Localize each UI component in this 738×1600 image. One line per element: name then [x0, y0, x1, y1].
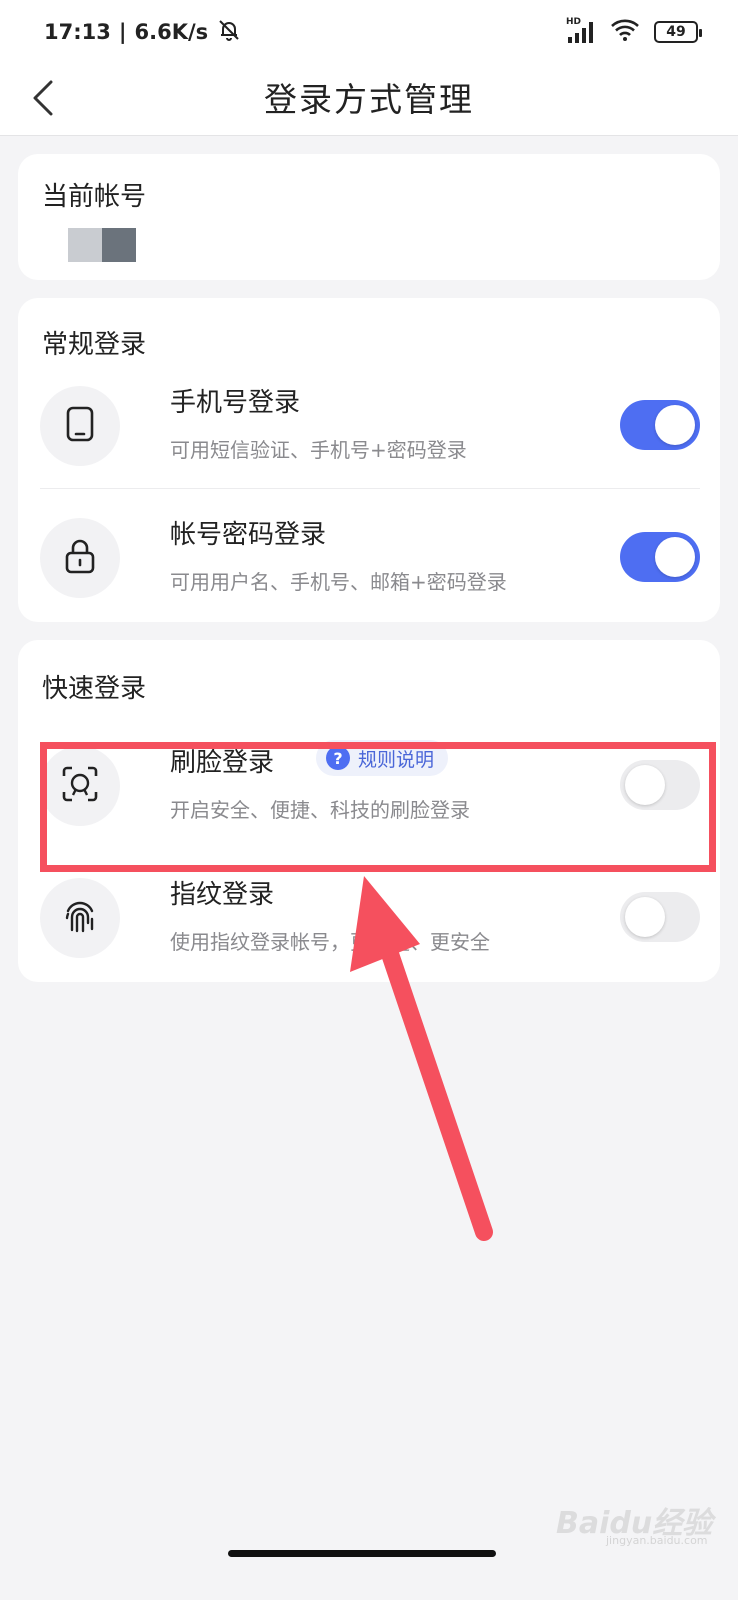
home-indicator[interactable]: [228, 1550, 496, 1557]
watermark-url: jingyan.baidu.com: [606, 1534, 708, 1547]
annotation-arrow: [350, 876, 493, 1241]
